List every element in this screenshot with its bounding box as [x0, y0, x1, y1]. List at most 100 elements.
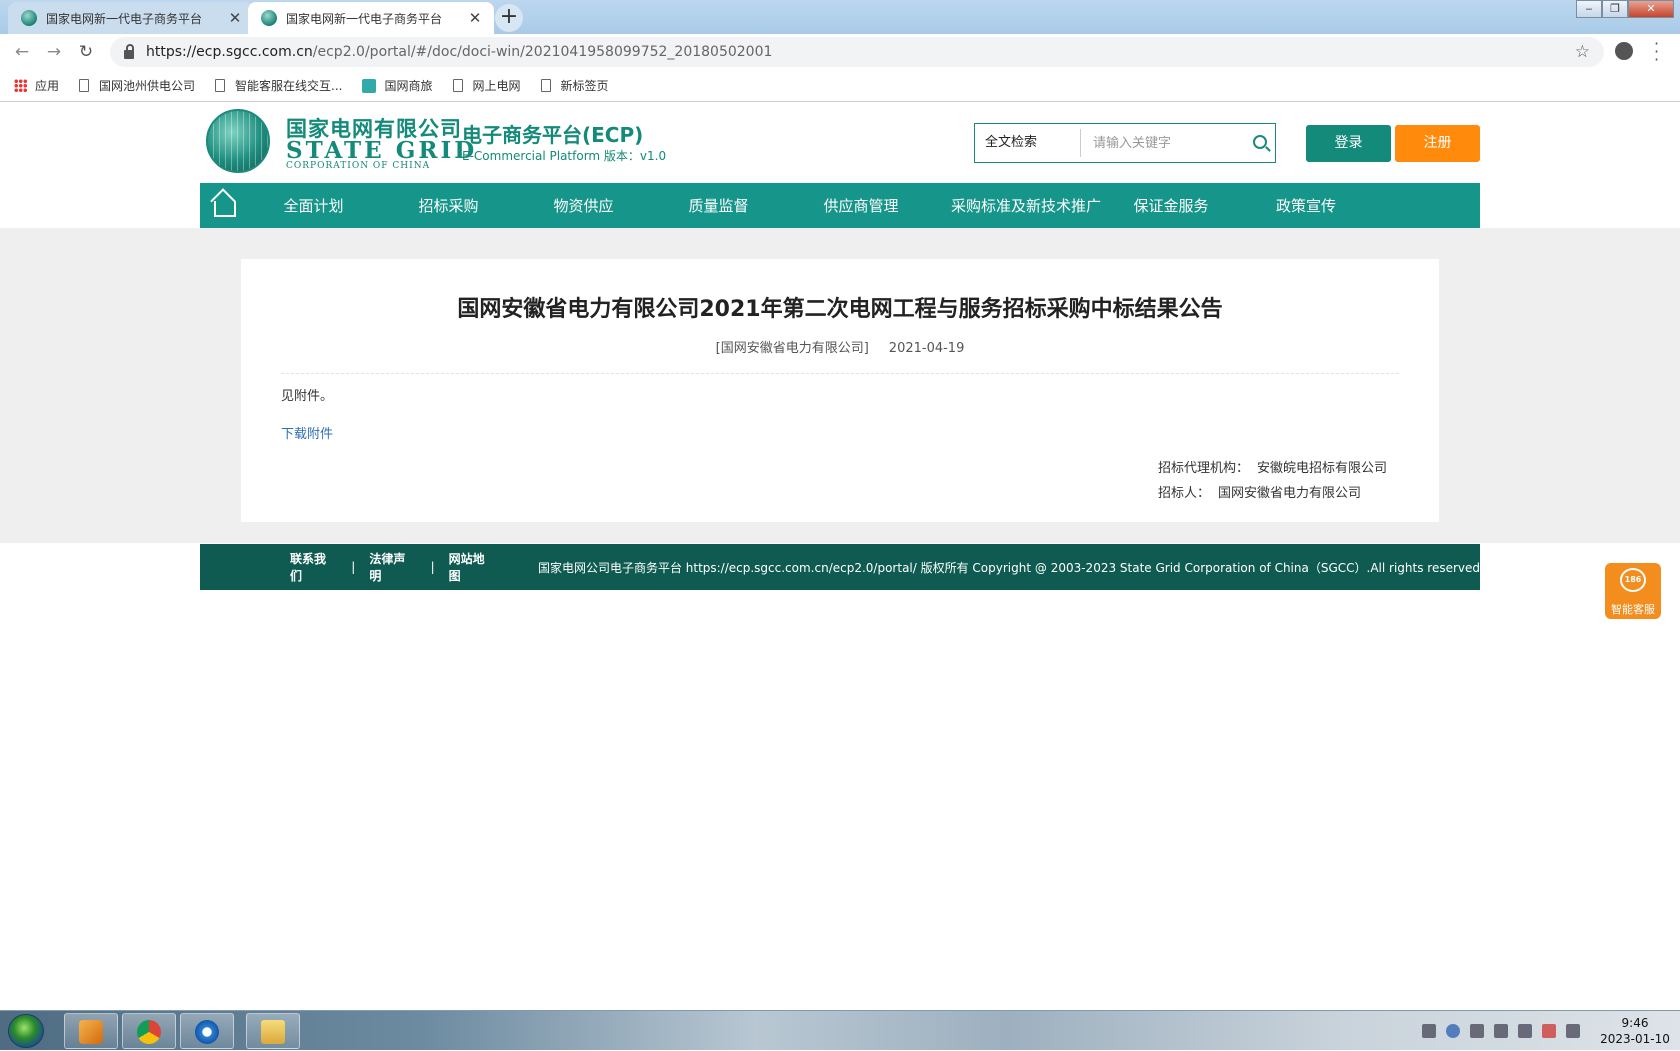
- browser-toolbar: ← → ↻ https://ecp.sgcc.com.cn/ecp2.0/por…: [0, 34, 1680, 70]
- footer-link-sitemap[interactable]: 网站地图: [449, 550, 496, 584]
- bookmark-star-icon[interactable]: ☆: [1575, 42, 1590, 62]
- article-meta: [国网安徽省电力有限公司] 2021-04-19: [241, 337, 1439, 356]
- tab-title: 国家电网新一代电子商务平台: [286, 11, 443, 26]
- bookmark-label: 新标签页: [560, 79, 609, 93]
- taskbar-ie[interactable]: [180, 1013, 234, 1049]
- tab-title: 国家电网新一代电子商务平台: [46, 11, 203, 26]
- site-footer: 联系我们 | 法律声明 | 网站地图 国家电网公司电子商务平台 https://…: [200, 544, 1480, 590]
- bookmarks-bar: 应用 国网池州供电公司 智能客服在线交互... 国网商旅 网上电网 新标签页: [0, 70, 1680, 102]
- nav-item-quality[interactable]: 质量监督: [651, 195, 786, 216]
- chrome-icon: [137, 1020, 161, 1044]
- nav-item-policy[interactable]: 政策宣传: [1226, 195, 1386, 216]
- footer-separator: |: [351, 560, 356, 574]
- register-button[interactable]: 注册: [1395, 125, 1480, 162]
- window-controls: ‒ ❐ ✕: [1576, 0, 1674, 18]
- clock[interactable]: 9:46 2023-01-10: [1590, 1015, 1680, 1047]
- taskbar-explorer[interactable]: [246, 1013, 300, 1049]
- page-icon: [452, 79, 463, 92]
- search-icon[interactable]: [1253, 135, 1267, 149]
- tenderer-value: 国网安徽省电力有限公司: [1218, 486, 1362, 501]
- taskbar-chrome[interactable]: [122, 1013, 176, 1049]
- keyboard-icon[interactable]: [1422, 1024, 1436, 1038]
- login-button[interactable]: 登录: [1306, 125, 1391, 162]
- bookmark-item[interactable]: 新标签页: [540, 77, 609, 94]
- footer-copyright: 国家电网公司电子商务平台 https://ecp.sgcc.com.cn/ecp…: [537, 560, 1481, 575]
- article-card: 国网安徽省电力有限公司2021年第二次电网工程与服务招标采购中标结果公告 [国网…: [241, 259, 1439, 522]
- bookmark-label: 应用: [35, 79, 60, 93]
- help-icon[interactable]: [1446, 1024, 1460, 1038]
- agency-value: 安徽皖电招标有限公司: [1257, 461, 1388, 476]
- divider: [281, 373, 1399, 374]
- browser-tab-strip: 国家电网新一代电子商务平台 ✕ 国家电网新一代电子商务平台 ✕ + ‒ ❐ ✕: [0, 0, 1680, 34]
- browser-tab-1[interactable]: 国家电网新一代电子商务平台 ✕: [8, 2, 254, 34]
- address-bar[interactable]: https://ecp.sgcc.com.cn/ecp2.0/portal/#/…: [110, 37, 1604, 67]
- taskbar-media-player[interactable]: [64, 1013, 118, 1049]
- profile-icon[interactable]: [1615, 42, 1633, 60]
- tender-agency: 招标代理机构： 安徽皖电招标有限公司: [1158, 457, 1387, 476]
- bookmark-item[interactable]: 智能客服在线交互...: [215, 77, 342, 94]
- smart-service-button[interactable]: 186 智能客服: [1605, 563, 1661, 619]
- volume-icon[interactable]: [1518, 1024, 1532, 1038]
- clock-date: 2023-01-10: [1600, 1032, 1670, 1046]
- url-path: /ecp2.0/portal/#/doc/doci-win/2021041958…: [312, 44, 773, 60]
- internet-explorer-icon: [195, 1020, 219, 1044]
- tenderer: 招标人： 国网安徽省电力有限公司: [1158, 482, 1361, 501]
- page-icon: [215, 79, 226, 92]
- browser-menu-icon[interactable]: · · ·: [1654, 36, 1659, 68]
- new-tab-button[interactable]: +: [495, 4, 523, 32]
- article-body: 见附件。: [281, 389, 334, 404]
- browser-tab-2[interactable]: 国家电网新一代电子商务平台 ✕: [248, 2, 494, 34]
- tab-close-icon[interactable]: ✕: [464, 9, 486, 27]
- media-player-icon: [79, 1020, 103, 1044]
- tab-close-icon[interactable]: ✕: [224, 9, 246, 27]
- start-button-icon[interactable]: [8, 1014, 44, 1048]
- display-icon[interactable]: [1566, 1024, 1580, 1038]
- article-date: 2021-04-19: [888, 341, 965, 356]
- logo-english-subtitle: CORPORATION OF CHINA: [286, 161, 431, 171]
- footer-link-contact[interactable]: 联系我们: [290, 550, 337, 584]
- folder-icon: [261, 1020, 285, 1044]
- bookmark-item[interactable]: 国网池州供电公司: [79, 77, 195, 94]
- platform-name: 电子商务平台(ECP): [462, 123, 644, 147]
- search-input[interactable]: [1091, 134, 1251, 152]
- bookmark-apps[interactable]: 应用: [0, 77, 59, 94]
- nav-item-deposit[interactable]: 保证金服务: [1116, 195, 1226, 216]
- main-nav: 全面计划 招标采购 物资供应 质量监督 供应商管理 采购标准及新技术推广 保证金…: [200, 183, 1480, 228]
- bookmark-label: 智能客服在线交互...: [235, 79, 343, 93]
- bookmark-item[interactable]: 国网商旅: [362, 77, 433, 94]
- forward-arrow-icon[interactable]: →: [38, 42, 70, 62]
- nav-item-supply[interactable]: 物资供应: [516, 195, 651, 216]
- customer-service-icon: 186: [1620, 568, 1646, 592]
- home-icon[interactable]: [200, 183, 246, 228]
- network-icon[interactable]: [1470, 1024, 1484, 1038]
- nav-item-plan[interactable]: 全面计划: [246, 195, 381, 216]
- footer-separator: |: [430, 560, 435, 574]
- nav-item-tender[interactable]: 招标采购: [381, 195, 516, 216]
- window-close-button[interactable]: ✕: [1628, 0, 1674, 18]
- restore-button[interactable]: ❐: [1602, 0, 1628, 18]
- action-center-icon[interactable]: [1542, 1024, 1556, 1038]
- show-hidden-icons-icon[interactable]: [1494, 1024, 1508, 1038]
- nav-item-supplier[interactable]: 供应商管理: [786, 195, 936, 216]
- smart-service-label: 智能客服: [1611, 603, 1655, 616]
- article-title: 国网安徽省电力有限公司2021年第二次电网工程与服务招标采购中标结果公告: [457, 297, 1223, 322]
- lock-icon: [124, 43, 134, 59]
- back-arrow-icon[interactable]: ←: [6, 42, 38, 62]
- logo-english-name: STATE GRID: [286, 137, 478, 164]
- clock-time: 9:46: [1621, 1016, 1649, 1030]
- footer-link-legal[interactable]: 法律声明: [369, 550, 416, 584]
- reload-icon[interactable]: ↻: [70, 42, 102, 62]
- platform-version: E-Commercial Platform 版本：v1.0: [462, 149, 667, 163]
- download-attachment-link[interactable]: 下载附件: [281, 423, 333, 442]
- bookmark-item[interactable]: 网上电网: [452, 77, 521, 94]
- site-header: 国家电网有限公司 STATE GRID CORPORATION OF CHINA…: [0, 103, 1680, 183]
- agency-label: 招标代理机构：: [1158, 461, 1250, 476]
- article-source: [国网安徽省电力有限公司]: [715, 341, 869, 356]
- sgcc-logo-icon[interactable]: [206, 109, 270, 173]
- sgcc-favicon-icon: [21, 10, 37, 26]
- search-type-select[interactable]: 全文检索: [975, 129, 1081, 157]
- minimize-button[interactable]: ‒: [1576, 0, 1602, 18]
- bookmark-label: 国网池州供电公司: [99, 79, 196, 93]
- apps-icon: [14, 79, 27, 92]
- nav-item-standards[interactable]: 采购标准及新技术推广: [936, 195, 1116, 216]
